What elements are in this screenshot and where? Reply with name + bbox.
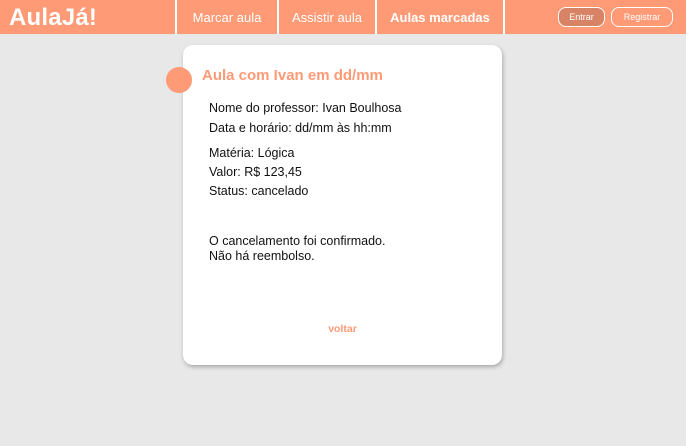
class-subject: Matéria: Lógica: [209, 146, 295, 160]
cancel-message: O cancelamento foi confirmado.: [209, 234, 386, 248]
teacher-name: Nome do professor: Ivan Boulhosa: [209, 101, 402, 115]
nav-assistir-aula[interactable]: Assistir aula: [277, 0, 375, 34]
card-title: Aula com Ivan em dd/mm: [202, 67, 383, 84]
nav-marcar-aula[interactable]: Marcar aula: [175, 0, 277, 34]
status-dot: [166, 67, 192, 93]
back-link[interactable]: voltar: [183, 323, 502, 335]
login-button[interactable]: Entrar: [558, 7, 605, 27]
class-datetime: Data e horário: dd/mm às hh:mm: [209, 121, 392, 135]
nav-aulas-marcadas[interactable]: Aulas marcadas: [375, 0, 505, 34]
class-status: Status: cancelado: [209, 184, 309, 198]
nav-links: Marcar aula Assistir aula Aulas marcadas: [175, 0, 505, 34]
class-detail-card: Aula com Ivan em dd/mm Nome do professor…: [183, 45, 502, 365]
refund-message: Não há reembolso.: [209, 249, 315, 263]
app-logo[interactable]: AulaJá!: [9, 4, 97, 32]
register-button[interactable]: Registrar: [611, 7, 673, 27]
class-price: Valor: R$ 123,45: [209, 165, 302, 179]
top-navbar: AulaJá! Marcar aula Assistir aula Aulas …: [0, 0, 686, 34]
